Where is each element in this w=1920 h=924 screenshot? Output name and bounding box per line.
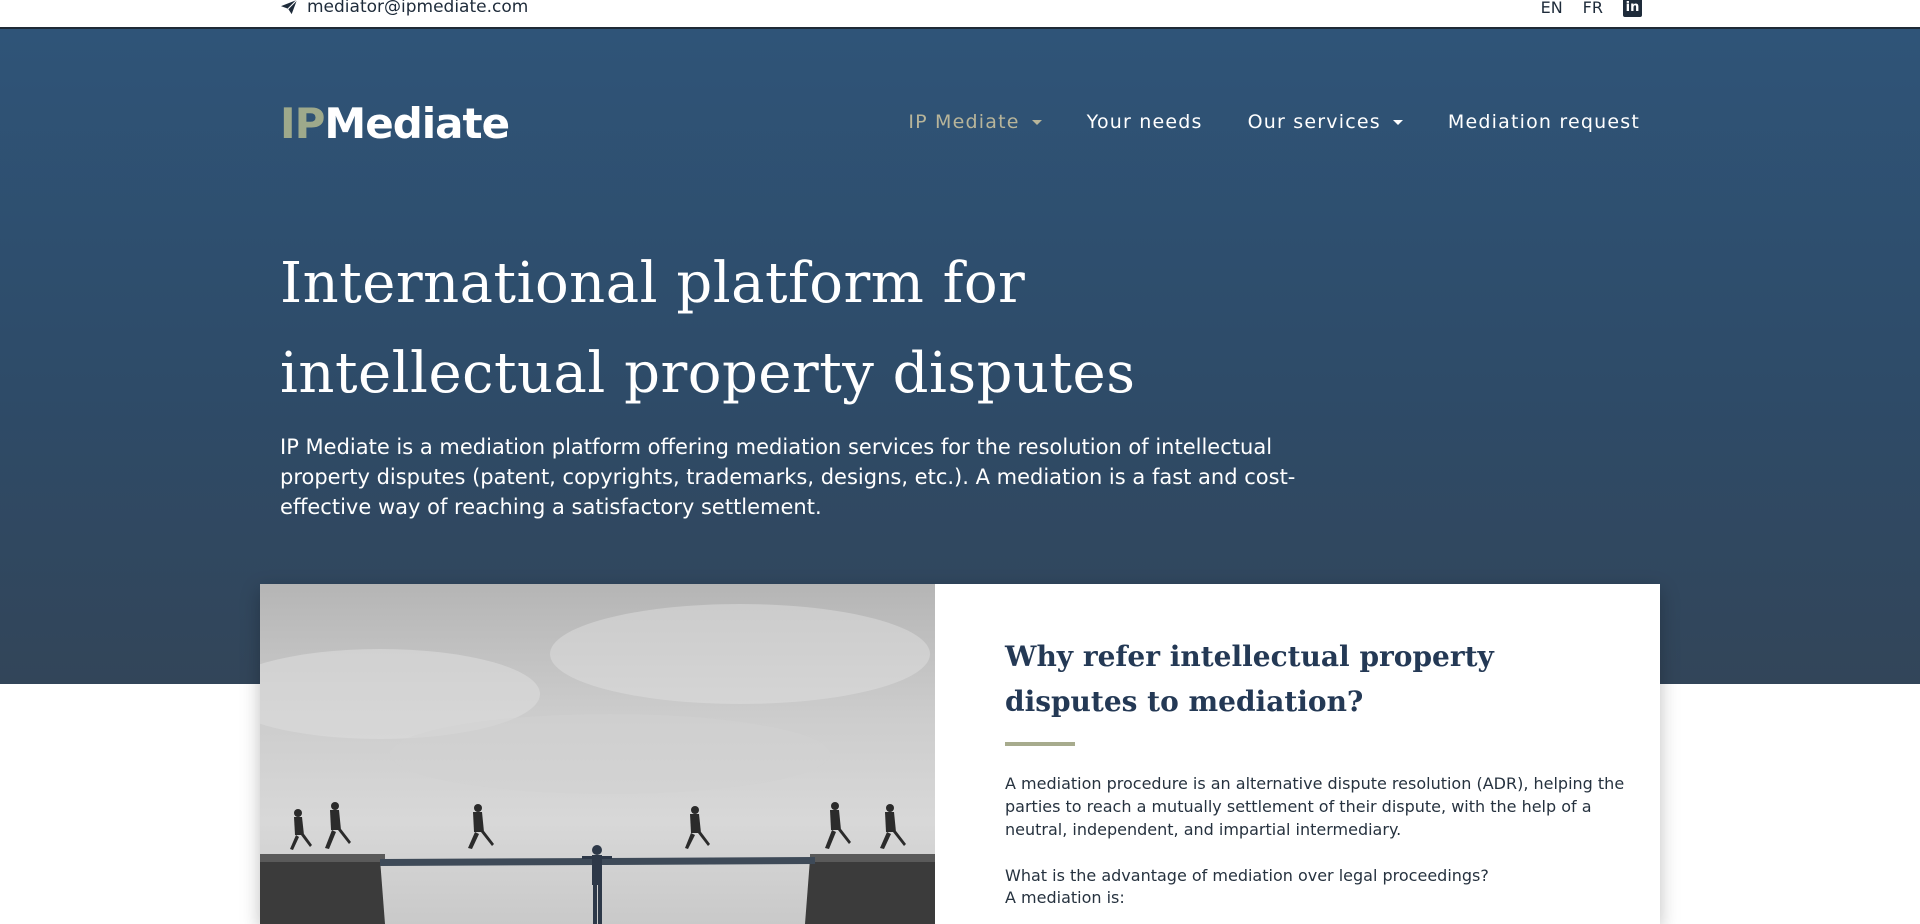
bridge-illustration-svg <box>260 584 935 924</box>
linkedin-icon[interactable]: in <box>1623 0 1642 17</box>
hero-title: International platform for intellectual … <box>280 239 1135 419</box>
lang-fr[interactable]: FR <box>1583 0 1603 17</box>
email-link[interactable]: mediator@ipmediate.com <box>280 0 528 17</box>
card-paragraph-1: A mediation procedure is an alternative … <box>1005 774 1625 839</box>
nav-mediation-request[interactable]: Mediation request <box>1448 111 1640 133</box>
nav-ip-mediate[interactable]: IP Mediate <box>908 111 1042 133</box>
logo-prefix: IP <box>280 99 325 148</box>
main-nav: IP Mediate Your needs Our services Media… <box>908 111 1640 133</box>
hero-description: IP Mediate is a mediation platform offer… <box>280 432 1340 522</box>
hero-title-line-2: intellectual property disputes <box>280 341 1136 406</box>
nav-label: IP Mediate <box>908 111 1020 133</box>
card-question: What is the advantage of mediation over … <box>1005 866 1489 885</box>
hero-text-part-2: way of reaching a satisfactory settlemen… <box>371 495 822 519</box>
bridge-illustration-image <box>260 584 935 924</box>
nav-your-needs[interactable]: Your needs <box>1087 111 1203 133</box>
hero-text-and: and <box>1191 465 1245 489</box>
nav-label: Your needs <box>1086 111 1203 133</box>
nav-label: Our services <box>1247 111 1381 133</box>
language-switcher: EN FR in <box>1541 0 1642 17</box>
title-divider <box>1005 742 1075 746</box>
hero-title-line-1: International platform for <box>280 251 1026 316</box>
nav-label: Mediation request <box>1447 111 1640 133</box>
hero-text-part-1: IP Mediate is a mediation platform offer… <box>280 435 1273 489</box>
lang-en[interactable]: EN <box>1541 0 1563 17</box>
card-mediation-is: A mediation is: <box>1005 888 1125 907</box>
paper-plane-icon <box>281 0 298 15</box>
site-logo[interactable]: IPMediate <box>280 99 510 148</box>
hero-text-fast: fast <box>1151 465 1192 489</box>
chevron-down-icon <box>1392 119 1403 125</box>
top-bar: mediator@ipmediate.com EN FR in <box>0 0 1920 29</box>
chevron-down-icon <box>1031 119 1042 125</box>
card-title: Why refer intellectual property disputes… <box>1005 640 1494 718</box>
nav-our-services[interactable]: Our services <box>1248 111 1403 133</box>
logo-suffix: Mediate <box>324 99 510 148</box>
card-content: Why refer intellectual property disputes… <box>1005 634 1625 909</box>
why-mediation-card: Why refer intellectual property disputes… <box>260 584 1660 924</box>
email-text: mediator@ipmediate.com <box>307 0 529 17</box>
